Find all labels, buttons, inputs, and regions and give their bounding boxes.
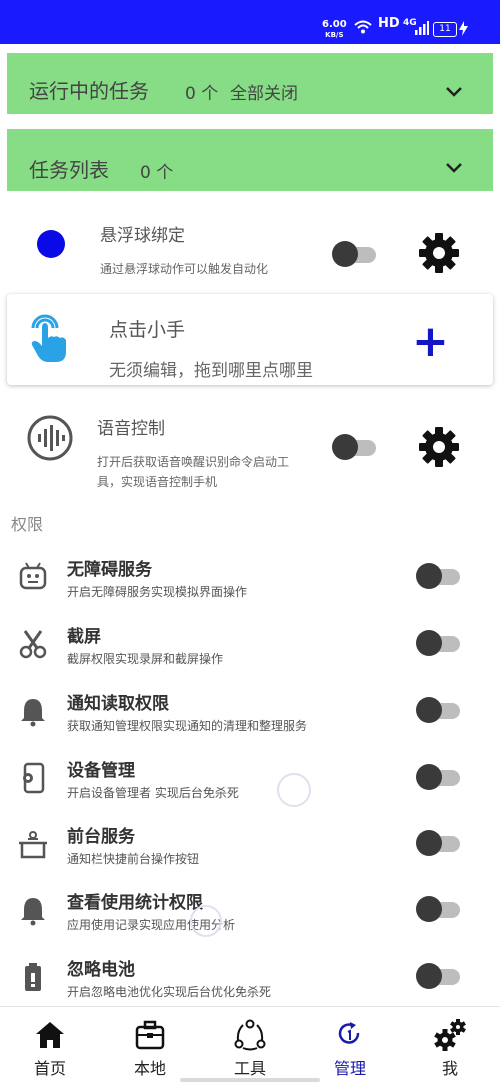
- tap-hand-icon: [31, 314, 66, 362]
- click-hand-card[interactable]: 点击小手 无须编辑，拖到哪里点哪里 +: [7, 294, 493, 385]
- tab-label: 管理: [333, 1059, 366, 1078]
- tab-home[interactable]: 首页: [0, 1007, 100, 1085]
- permission-row-usage-stats[interactable]: 查看使用统计权限 应用使用记录实现应用使用分析: [0, 888, 500, 954]
- scissors-icon: [19, 630, 47, 659]
- voice-control-title: 语音控制: [97, 419, 165, 439]
- permission-desc: 通知栏快捷前台操作按钮: [67, 852, 200, 866]
- floating-ball-title: 悬浮球绑定: [100, 226, 185, 246]
- permission-desc: 截屏权限实现录屏和截屏操作: [67, 652, 224, 666]
- permission-desc: 获取通知管理权限实现通知的清理和整理服务: [67, 719, 308, 733]
- battery-indicator: 11: [433, 22, 457, 37]
- signal-icon: [415, 21, 429, 35]
- tab-label: 工具: [233, 1059, 266, 1078]
- running-tasks-title: 运行中的任务: [29, 79, 149, 103]
- click-hand-desc: 无须编辑，拖到哪里点哪里: [109, 361, 313, 381]
- foreground-service-toggle[interactable]: [416, 830, 464, 856]
- task-list-title: 任务列表: [29, 158, 109, 182]
- floating-ball-toggle[interactable]: [332, 241, 380, 267]
- tab-me[interactable]: 我: [400, 1007, 500, 1085]
- pot-icon: [19, 831, 47, 859]
- permission-title: 设备管理: [67, 761, 135, 781]
- tab-label: 首页: [33, 1059, 66, 1078]
- tab-label: 本地: [133, 1059, 166, 1078]
- permission-title: 查看使用统计权限: [67, 893, 203, 913]
- robot-icon: [19, 562, 47, 590]
- manage-icon: [338, 1022, 360, 1044]
- permissions-header: 权限: [11, 515, 44, 534]
- task-list-count: 0 个: [140, 163, 174, 183]
- permission-row-accessibility[interactable]: 无障碍服务 开启无障碍服务实现模拟界面操作: [0, 555, 500, 621]
- voice-wave-icon: [27, 415, 73, 461]
- voice-control-desc-line1: 打开后获取语音唤醒识别命令启动工: [97, 455, 290, 469]
- permission-desc: 开启设备管理者 实现后台免杀死: [67, 786, 239, 800]
- add-click-hand-button[interactable]: +: [412, 320, 449, 364]
- voice-control-toggle[interactable]: [332, 434, 380, 460]
- permission-desc: 开启忽略电池优化实现后台优化免杀死: [67, 985, 272, 999]
- tab-manage[interactable]: 管理: [300, 1007, 400, 1085]
- speed-unit: KB/S: [325, 31, 344, 39]
- home-icon: [36, 1022, 64, 1048]
- bottom-tab-bar: 首页 本地 工具 管理 我: [0, 1006, 500, 1085]
- permission-row-foreground-service[interactable]: 前台服务 通知栏快捷前台操作按钮: [0, 822, 500, 888]
- permission-title: 截屏: [67, 627, 101, 647]
- screenshot-toggle[interactable]: [416, 630, 464, 656]
- share-nodes-icon: [234, 1019, 266, 1051]
- chevron-down-icon[interactable]: [445, 83, 463, 101]
- permission-row-screenshot[interactable]: 截屏 截屏权限实现录屏和截屏操作: [0, 622, 500, 688]
- device-admin-toggle[interactable]: [416, 764, 464, 790]
- voice-control-desc-line2: 具，实现语音控制手机: [97, 475, 218, 489]
- usage-stats-toggle[interactable]: [416, 896, 464, 922]
- task-list-banner[interactable]: 任务列表 0 个: [7, 129, 493, 191]
- bell-icon: [21, 699, 45, 727]
- chevron-down-icon[interactable]: [445, 159, 463, 177]
- running-tasks-banner[interactable]: 运行中的任务 0 个 全部关闭: [7, 53, 493, 114]
- device-gear-icon: [23, 762, 45, 794]
- network-speed: 6.00 KB/S: [322, 20, 347, 40]
- speed-value: 6.00: [322, 19, 347, 30]
- floating-ball-row: 悬浮球绑定 通过悬浮球动作可以触发自动化: [0, 205, 500, 290]
- briefcase-icon: [135, 1020, 165, 1050]
- floating-ball-dot-icon: [37, 230, 65, 258]
- permission-desc: 开启无障碍服务实现模拟界面操作: [67, 585, 248, 599]
- voice-control-settings-gear-icon[interactable]: [417, 425, 461, 469]
- notification-toggle[interactable]: [416, 697, 464, 723]
- charging-icon: [459, 21, 468, 36]
- permission-row-notification[interactable]: 通知读取权限 获取通知管理权限实现通知的清理和整理服务: [0, 689, 500, 755]
- voice-control-row: 语音控制 打开后获取语音唤醒识别命令启动工 具，实现语音控制手机: [0, 400, 500, 500]
- ignore-battery-toggle[interactable]: [416, 963, 464, 989]
- running-tasks-count: 0 个: [185, 84, 219, 104]
- status-bar: 6.00 KB/S HD 4G 11: [0, 0, 500, 44]
- permission-title: 无障碍服务: [67, 560, 152, 580]
- touch-ripple: [190, 905, 222, 937]
- floating-ball-settings-gear-icon[interactable]: [417, 231, 461, 275]
- permission-title: 前台服务: [67, 827, 135, 847]
- tab-label: 我: [441, 1059, 458, 1078]
- close-all-button[interactable]: 全部关闭: [230, 79, 298, 104]
- touch-ripple: [277, 773, 311, 807]
- tab-tools[interactable]: 工具: [200, 1007, 300, 1085]
- permission-row-device-admin[interactable]: 设备管理 开启设备管理者 实现后台免杀死: [0, 756, 500, 822]
- battery-icon: [25, 963, 41, 991]
- home-indicator[interactable]: [180, 1078, 320, 1082]
- click-hand-title: 点击小手: [109, 319, 186, 341]
- bell-icon: [21, 898, 45, 926]
- network-type: HD: [378, 16, 400, 31]
- permission-title: 忽略电池: [67, 960, 135, 980]
- floating-ball-desc: 通过悬浮球动作可以触发自动化: [100, 262, 269, 276]
- wifi-icon: [354, 20, 372, 34]
- tab-local[interactable]: 本地: [100, 1007, 200, 1085]
- gears-icon: [434, 1019, 466, 1051]
- permission-title: 通知读取权限: [67, 694, 169, 714]
- accessibility-toggle[interactable]: [416, 563, 464, 589]
